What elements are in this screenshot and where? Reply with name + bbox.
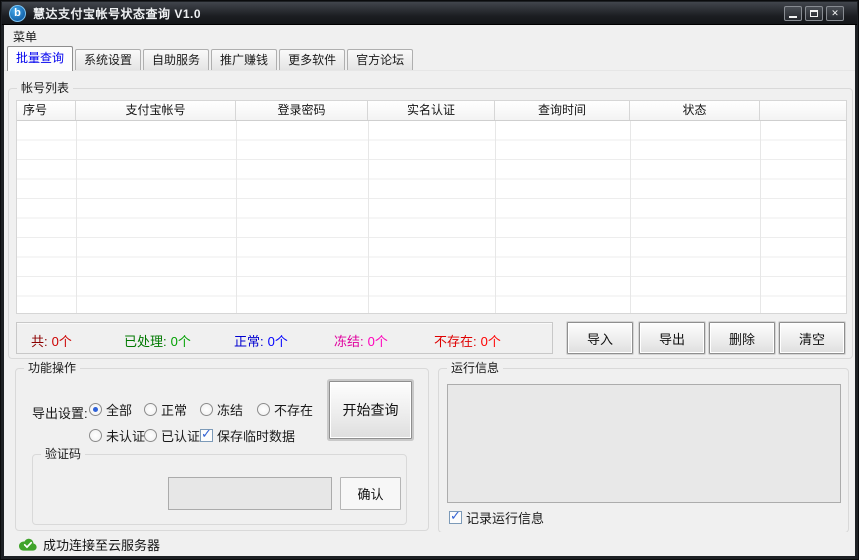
clear-button[interactable]: 清空 [779, 322, 845, 354]
delete-button[interactable]: 删除 [709, 322, 775, 354]
app-window: b 慧达支付宝帐号状态查询 V1.0 ✕ 菜单 批量查询 系统设置 自助服务 推… [0, 0, 859, 560]
client-area: 菜单 批量查询 系统设置 自助服务 推广赚钱 更多软件 官方论坛 帐号列表 序号… [4, 25, 855, 556]
tab-self-service[interactable]: 自助服务 [143, 49, 209, 70]
stat-frozen-value: 0个 [368, 334, 388, 349]
run-info-group: 运行信息 ✓ 记录运行信息 [438, 368, 849, 533]
save-temp-label: 保存临时数据 [217, 426, 295, 445]
minimize-button[interactable] [784, 6, 802, 21]
radio-all-icon [89, 403, 102, 416]
radio-all-label: 全部 [106, 400, 132, 419]
captcha-input[interactable] [168, 477, 332, 510]
tab-promotion[interactable]: 推广赚钱 [211, 49, 277, 70]
maximize-button[interactable] [805, 6, 823, 21]
record-log-checkbox[interactable]: ✓ 记录运行信息 [449, 510, 544, 525]
account-list-group-title: 帐号列表 [17, 81, 73, 95]
status-bar: 成功连接至云服务器 [4, 532, 855, 556]
radio-verified[interactable]: 已认证 [144, 428, 200, 443]
tab-system-settings[interactable]: 系统设置 [75, 49, 141, 70]
tab-official-forum[interactable]: 官方论坛 [347, 49, 413, 70]
stat-normal-label: 正常: [234, 334, 264, 349]
column-header-query-time[interactable]: 查询时间 [495, 101, 630, 120]
app-logo-icon: b [9, 5, 26, 22]
window-controls: ✕ [784, 6, 844, 21]
stat-processed-value: 0个 [171, 334, 191, 349]
menu-bar: 菜单 [4, 25, 855, 46]
table-grid-line [630, 121, 631, 313]
stats-panel: 共: 0个 已处理: 0个 正常: 0个 冻结: 0个 不存在: 0个 [16, 322, 553, 354]
table-grid-line [236, 121, 237, 313]
record-log-label: 记录运行信息 [466, 508, 544, 527]
radio-all[interactable]: 全部 [89, 402, 132, 417]
stat-nonexistent: 不存在: 0个 [434, 331, 501, 350]
title-bar[interactable]: b 慧达支付宝帐号状态查询 V1.0 ✕ [2, 2, 857, 25]
stat-nonexistent-value: 0个 [481, 334, 501, 349]
record-log-checkbox-icon: ✓ [449, 511, 462, 524]
radio-nonexistent-icon [257, 403, 270, 416]
close-icon: ✕ [831, 9, 839, 18]
tab-more-software[interactable]: 更多软件 [279, 49, 345, 70]
radio-nonexistent[interactable]: 不存在 [257, 402, 313, 417]
stat-processed-label: 已处理: [124, 334, 167, 349]
radio-frozen-label: 冻结 [217, 400, 243, 419]
status-text: 成功连接至云服务器 [43, 535, 160, 554]
stat-frozen-label: 冻结: [334, 334, 364, 349]
table-grid-line [76, 121, 77, 313]
table-grid-line [495, 121, 496, 313]
radio-frozen[interactable]: 冻结 [200, 402, 243, 417]
radio-unverified[interactable]: 未认证 [89, 428, 145, 443]
stat-total: 共: 0个 [31, 331, 72, 350]
radio-nonexistent-label: 不存在 [274, 400, 313, 419]
radio-unverified-icon [89, 429, 102, 442]
table-grid-line [760, 121, 761, 313]
operations-group: 功能操作 导出设置: 全部 正常 冻结 不存在 未认证 [15, 368, 429, 531]
stat-processed: 已处理: 0个 [124, 331, 191, 350]
start-query-button[interactable]: 开始查询 [329, 381, 412, 439]
run-info-log[interactable] [447, 384, 841, 503]
stat-total-label: 共: [31, 334, 48, 349]
import-button[interactable]: 导入 [567, 322, 633, 354]
radio-frozen-icon [200, 403, 213, 416]
column-header-account[interactable]: 支付宝帐号 [76, 101, 236, 120]
column-header-verification[interactable]: 实名认证 [368, 101, 495, 120]
operations-group-title: 功能操作 [24, 361, 80, 375]
radio-normal[interactable]: 正常 [144, 402, 187, 417]
column-header-status[interactable]: 状态 [630, 101, 760, 120]
app-logo-letter: b [14, 7, 21, 19]
stat-nonexistent-label: 不存在: [434, 334, 477, 349]
account-list-group: 帐号列表 序号 支付宝帐号 登录密码 实名认证 查询时间 状态 [8, 88, 853, 359]
close-button[interactable]: ✕ [826, 6, 844, 21]
minimize-icon [789, 16, 797, 18]
radio-unverified-label: 未认证 [106, 426, 145, 445]
save-temp-checkbox[interactable]: ✓ 保存临时数据 [200, 428, 295, 443]
stat-normal-value: 0个 [268, 334, 288, 349]
captcha-group-title: 验证码 [41, 447, 85, 461]
radio-normal-icon [144, 403, 157, 416]
column-header-blank [760, 101, 846, 120]
window-title: 慧达支付宝帐号状态查询 V1.0 [33, 5, 201, 22]
stat-normal: 正常: 0个 [234, 331, 288, 350]
table-grid-line [368, 121, 369, 313]
account-table: 序号 支付宝帐号 登录密码 实名认证 查询时间 状态 [16, 100, 847, 314]
radio-verified-icon [144, 429, 157, 442]
account-table-body[interactable] [17, 121, 846, 313]
column-header-password[interactable]: 登录密码 [236, 101, 368, 120]
tab-batch-query[interactable]: 批量查询 [7, 46, 73, 71]
maximize-icon [810, 10, 818, 17]
stat-frozen: 冻结: 0个 [334, 331, 388, 350]
radio-normal-label: 正常 [161, 400, 187, 419]
column-header-index[interactable]: 序号 [17, 101, 76, 120]
stat-total-value: 0个 [52, 334, 72, 349]
account-table-header: 序号 支付宝帐号 登录密码 实名认证 查询时间 状态 [17, 101, 846, 121]
save-temp-checkbox-icon: ✓ [200, 429, 213, 442]
export-button[interactable]: 导出 [639, 322, 705, 354]
captcha-confirm-button[interactable]: 确认 [340, 477, 401, 510]
menu-item-main[interactable]: 菜单 [4, 25, 45, 45]
run-info-group-title: 运行信息 [447, 361, 503, 375]
export-setting-label: 导出设置: [32, 403, 88, 422]
radio-verified-label: 已认证 [161, 426, 200, 445]
tab-strip: 批量查询 系统设置 自助服务 推广赚钱 更多软件 官方论坛 [4, 46, 855, 71]
cloud-check-icon [19, 538, 37, 551]
captcha-group: 验证码 确认 [32, 454, 407, 525]
